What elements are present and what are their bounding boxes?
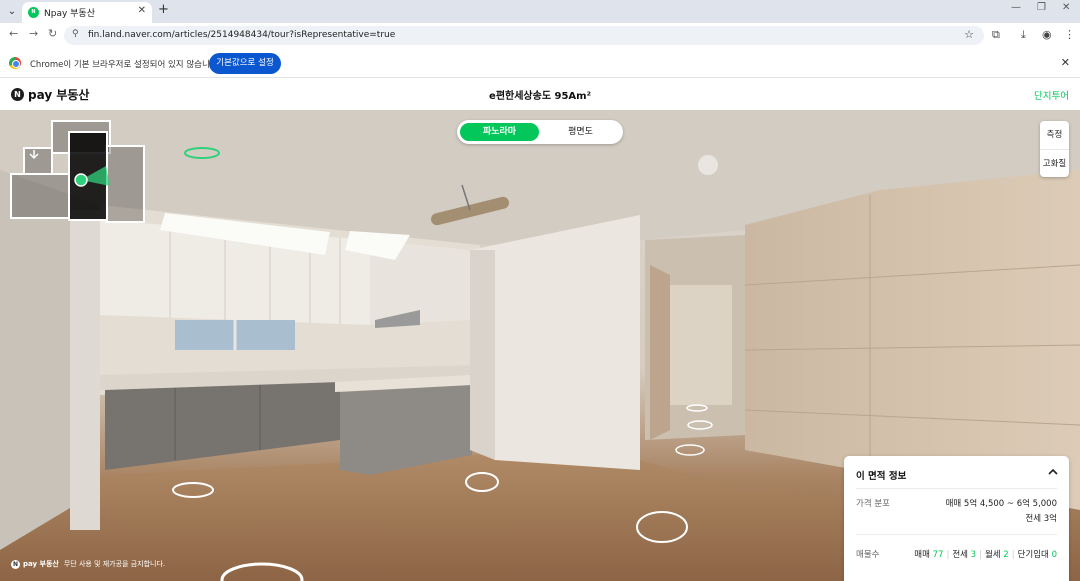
watermark-text: 무단 사용 및 재가공을 금지합니다. [63,560,166,568]
price-range-label: 가격 분포 [856,499,890,509]
listing-count-sale[interactable]: 77 [933,550,944,560]
listing-type-sale: 매매 [914,550,930,560]
panorama-viewer[interactable]: 파노라마 평면도 측정 고화질 이 면적 정보 가격 분포 매매 5억 4,50… [0,110,1080,581]
tab-panorama[interactable]: 파노라마 [460,123,539,141]
watermark-brand: pay 부동산 [23,560,59,568]
current-position-marker [74,173,88,187]
restore-icon[interactable]: ❐ [1037,2,1046,13]
forward-icon[interactable]: → [29,27,38,40]
infobar-message: Chrome이 기본 브라우저로 설정되어 있지 않습니다 [30,60,218,70]
profile-icon[interactable]: ◉ [1042,28,1052,41]
minimize-icon[interactable]: — [1011,2,1021,13]
window-close-icon[interactable]: ✕ [1062,2,1070,13]
tab-search-icon[interactable]: ⌄ [4,4,20,20]
tab-favicon-icon: N [28,7,39,18]
browser-tab-strip: ⌄ N Npay 부동산 ✕ + — ❐ ✕ [0,0,1080,23]
download-icon[interactable]: ⤓ [1021,28,1026,42]
reload-icon[interactable]: ↻ [48,27,57,40]
bookmark-star-icon[interactable]: ☆ [964,28,974,41]
tab-close-icon[interactable]: ✕ [138,5,146,16]
new-tab-icon[interactable]: + [158,2,169,17]
set-default-button[interactable]: 기본값으로 설정 [209,53,281,74]
hotspot-marker[interactable] [675,444,705,456]
high-quality-button[interactable]: 고화질 [1040,149,1069,177]
browser-menu-icon[interactable]: ⋮ [1064,28,1075,41]
area-info-panel: 이 면적 정보 가격 분포 매매 5억 4,500 ~ 6억 5,000 전세 … [844,456,1069,581]
chrome-logo-icon [9,57,21,69]
view-mode-toggle: 파노라마 평면도 [457,120,623,144]
tab-title: Npay 부동산 [44,9,95,19]
page-title: e편한세상송도 95Am² [489,91,591,102]
browser-toolbar: ← → ↻ ⚲ fin.land.naver.com/articles/2514… [0,23,1080,48]
listing-type-monthly: 월세 [984,550,1001,560]
listing-type-jeonse: 전세 [952,550,968,560]
divider [856,534,1057,535]
listing-count-short-term[interactable]: 0 [1052,550,1057,560]
complex-tour-link[interactable]: 단지투어 [1034,88,1069,102]
price-sale-value: 매매 5억 4,500 ~ 6억 5,000 [945,499,1057,509]
watermark-logo-icon: N [11,559,20,569]
tab-floor-plan[interactable]: 평면도 [541,123,620,141]
address-bar[interactable]: ⚲ fin.land.naver.com/articles/2514948434… [64,26,984,45]
price-jeonse-value: 전세 3억 [1025,514,1057,524]
listing-count-jeonse[interactable]: 3 [971,550,976,560]
infobar-close-icon[interactable]: ✕ [1061,56,1070,69]
listing-counts: 매매 77 | 전세 3 | 월세 2 | 단기임대 0 [914,550,1057,560]
viewer-tool-panel: 측정 고화질 [1040,121,1069,177]
listings-label: 매물수 [856,550,880,560]
site-info-icon[interactable]: ⚲ [72,29,79,39]
chevron-up-icon[interactable] [1047,466,1059,478]
divider [856,488,1057,489]
default-browser-infobar: Chrome이 기본 브라우저로 설정되어 있지 않습니다 기본값으로 설정 ✕ [0,48,1080,78]
measure-button[interactable]: 측정 [1040,121,1069,149]
copyright-watermark: N pay 부동산 무단 사용 및 재가공을 금지합니다. [11,559,165,569]
area-info-title: 이 면적 정보 [856,471,907,482]
browser-tab[interactable]: N Npay 부동산 ✕ [22,2,152,23]
back-icon[interactable]: ← [9,27,18,40]
extensions-icon[interactable]: ⧉ [992,28,1000,42]
listing-count-monthly[interactable]: 2 [1003,550,1008,560]
listing-type-short-term: 단기임대 [1017,550,1049,560]
site-header: N pay 부동산 e편한세상송도 95Am² 단지투어 [0,79,1080,110]
url-text: fin.land.naver.com/articles/2514948434/t… [88,30,396,40]
floor-plan-minimap[interactable] [10,120,147,224]
